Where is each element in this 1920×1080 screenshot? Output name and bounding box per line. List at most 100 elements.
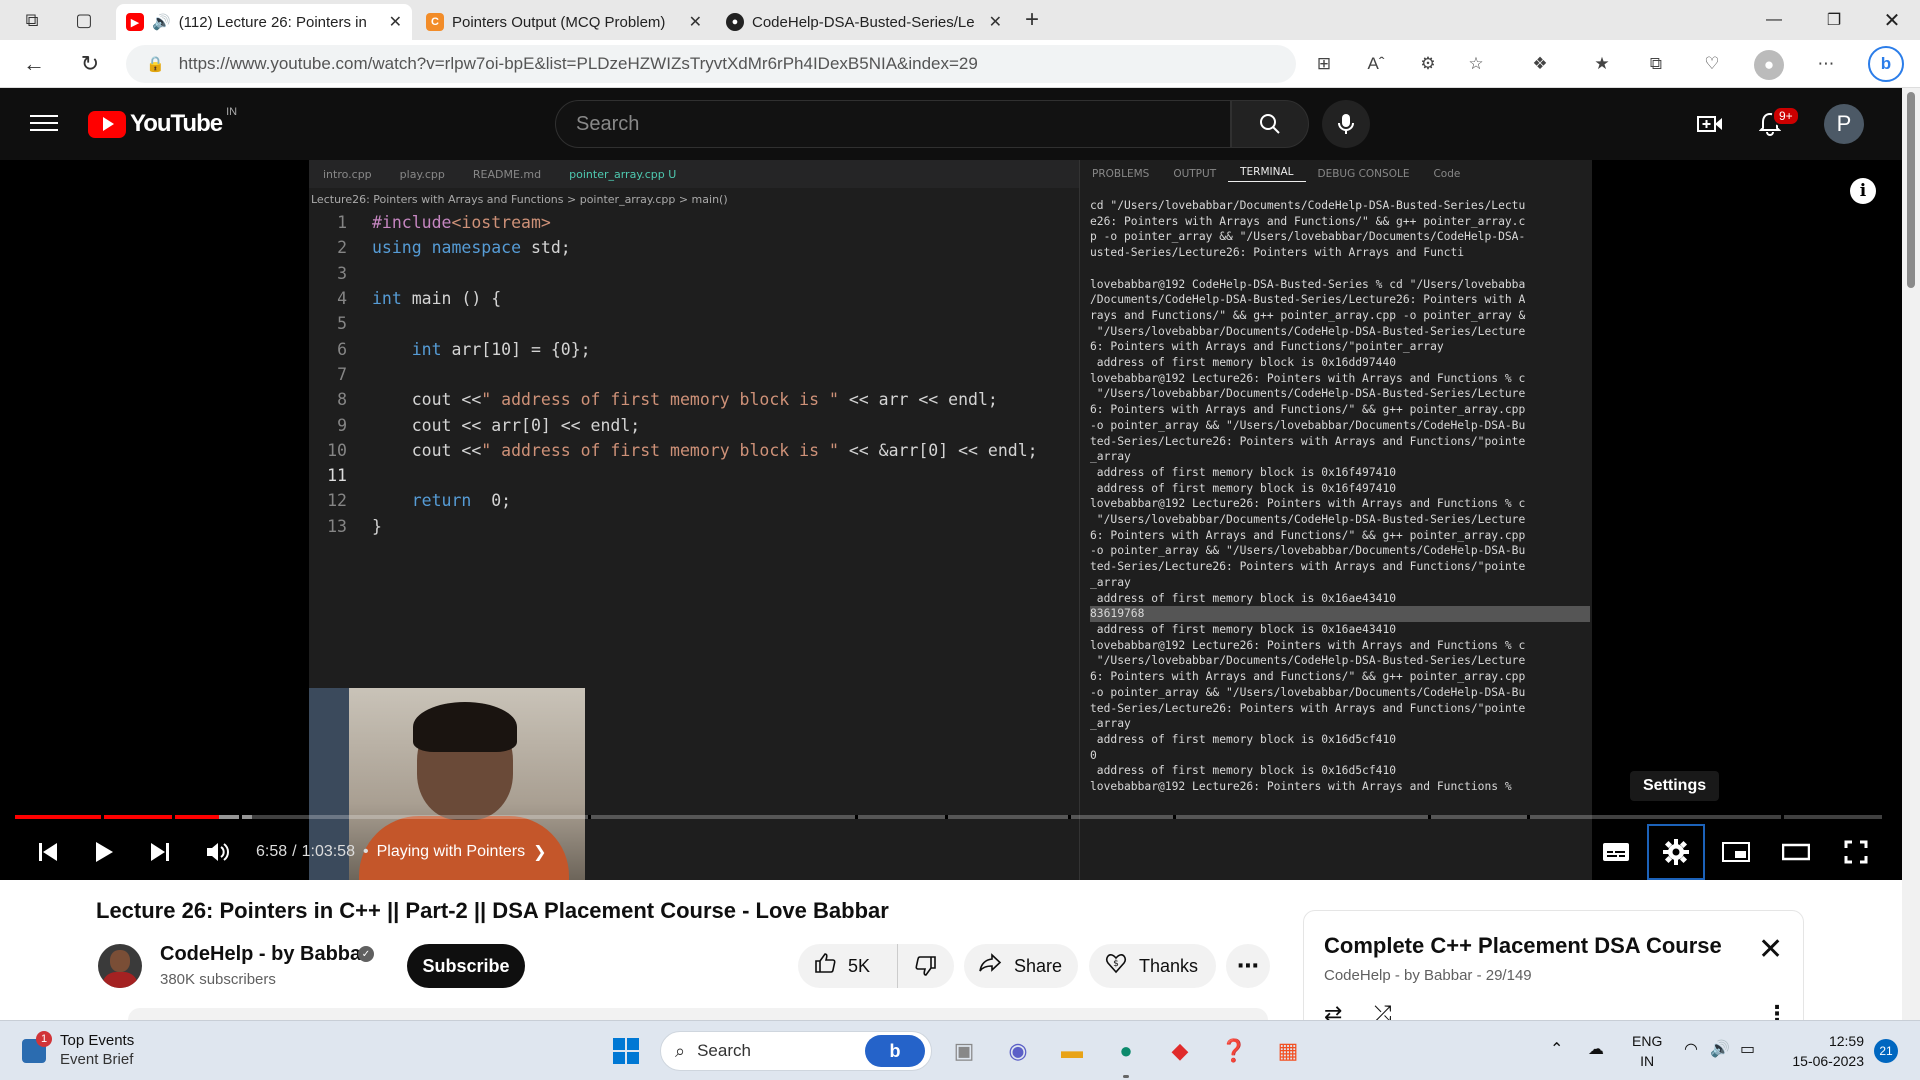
- info-icon[interactable]: i: [1850, 178, 1876, 204]
- collections-icon[interactable]: ⧉: [1642, 50, 1670, 78]
- theater-mode-button[interactable]: [1774, 830, 1818, 874]
- terminal-line: 6: Pointers with Arrays and Functions/" …: [1090, 528, 1526, 542]
- minimize-button[interactable]: —: [1746, 0, 1802, 40]
- settings-button[interactable]: [1654, 830, 1698, 874]
- read-aloud-icon[interactable]: Aˆ: [1362, 50, 1390, 78]
- start-button[interactable]: [608, 1033, 644, 1069]
- code-line: 7: [309, 362, 1079, 387]
- close-tab-icon[interactable]: ✕: [989, 12, 1002, 32]
- miniplayer-button[interactable]: [1714, 830, 1758, 874]
- tab-actions-icon[interactable]: ▢: [64, 0, 104, 40]
- gear-icon: [1663, 839, 1689, 865]
- tab-pointers-output[interactable]: C Pointers Output (MCQ Problem) ✕: [416, 4, 712, 40]
- close-tab-icon[interactable]: ✕: [689, 12, 702, 32]
- super-thanks-icon: $: [1105, 952, 1127, 980]
- chapter-marker: [1067, 815, 1071, 819]
- microsoft-store-icon[interactable]: ▦: [1270, 1033, 1306, 1069]
- cloud-icon[interactable]: ☁: [1588, 1039, 1604, 1059]
- play-button[interactable]: [82, 830, 126, 874]
- clock-time: 12:59: [1828, 1033, 1864, 1049]
- channel-avatar[interactable]: [98, 944, 142, 988]
- chevron-up-icon[interactable]: ⌃: [1550, 1039, 1563, 1059]
- video-player[interactable]: intro.cpp play.cpp README.md pointer_arr…: [0, 160, 1902, 880]
- favorite-star-icon[interactable]: ☆: [1462, 50, 1490, 78]
- search-button[interactable]: [1231, 100, 1309, 148]
- youtube-logo[interactable]: YouTube IN: [88, 106, 237, 138]
- next-button[interactable]: [138, 830, 182, 874]
- notification-center-count[interactable]: 21: [1874, 1039, 1898, 1063]
- taskbar-search-label: Search: [697, 1041, 751, 1060]
- playlist-title[interactable]: Complete C++ Placement DSA Course: [1324, 933, 1722, 959]
- address-input[interactable]: 🔒 https://www.youtube.com/watch?v=rlpw7o…: [126, 45, 1296, 83]
- file-manager-icon[interactable]: ▣: [946, 1033, 982, 1069]
- audio-playing-icon[interactable]: 🔊: [152, 13, 171, 31]
- line-number: 2: [337, 238, 347, 258]
- line-number: 5: [337, 314, 347, 334]
- play-icon: [96, 842, 113, 862]
- chevron-right-icon[interactable]: ❯: [533, 842, 546, 862]
- tab-youtube-lecture[interactable]: ▶ 🔊 (112) Lecture 26: Pointers in ✕: [116, 4, 412, 40]
- wifi-icon[interactable]: ◠: [1684, 1039, 1698, 1059]
- close-tab-icon[interactable]: ✕: [389, 12, 402, 32]
- line-number: 6: [337, 339, 347, 359]
- taskbar-search[interactable]: ⌕ Search b: [660, 1031, 932, 1071]
- app-diamond-icon[interactable]: ◆: [1162, 1033, 1198, 1069]
- code-line: 4 int main () {: [309, 286, 1079, 311]
- subtitles-button[interactable]: [1594, 830, 1638, 874]
- widgets-button[interactable]: 1 Top Events Event Brief: [22, 1031, 134, 1069]
- microphone-icon: [1338, 114, 1354, 134]
- chapter-title[interactable]: Playing with Pointers: [377, 843, 526, 861]
- voice-search-button[interactable]: [1322, 100, 1370, 148]
- code-line: 1 #include <iostream>: [309, 210, 1079, 235]
- like-button[interactable]: 5K: [798, 944, 898, 988]
- create-video-icon[interactable]: [1692, 106, 1728, 142]
- subscribe-button[interactable]: Subscribe: [407, 944, 525, 988]
- language-indicator[interactable]: ENG IN: [1632, 1031, 1662, 1071]
- volume-button[interactable]: [196, 830, 240, 874]
- app-available-icon[interactable]: ⊞: [1310, 50, 1338, 78]
- close-window-button[interactable]: ✕: [1864, 0, 1920, 40]
- channel-name[interactable]: CodeHelp - by Babbar: [160, 943, 369, 966]
- close-icon[interactable]: ✕: [1758, 935, 1783, 965]
- clock-date: 15-06-2023: [1792, 1053, 1864, 1069]
- scrollbar-thumb[interactable]: [1907, 92, 1915, 288]
- tab-github-repo[interactable]: ● CodeHelp-DSA-Busted-Series/Le ✕: [716, 4, 1012, 40]
- thanks-button[interactable]: $ Thanks: [1089, 944, 1216, 988]
- browser-essentials-icon[interactable]: ♡: [1698, 50, 1726, 78]
- terminal-line: "/Users/lovebabbar/Documents/CodeHelp-DS…: [1090, 324, 1526, 338]
- teams-chat-icon[interactable]: ◉: [1000, 1033, 1036, 1069]
- back-button[interactable]: ←: [12, 42, 56, 86]
- chapter-marker: [588, 815, 592, 819]
- tracking-prevention-icon[interactable]: ⚙: [1414, 50, 1442, 78]
- profile-icon[interactable]: ●: [1754, 50, 1784, 80]
- previous-button[interactable]: [26, 830, 70, 874]
- taskbar-clock[interactable]: 12:59 15-06-2023: [1780, 1031, 1864, 1071]
- dislike-button[interactable]: [898, 955, 954, 977]
- edge-browser-icon[interactable]: ●: [1108, 1033, 1144, 1069]
- lock-icon[interactable]: 🔒: [146, 55, 165, 73]
- fullscreen-button[interactable]: [1834, 830, 1878, 874]
- workspaces-icon[interactable]: ⧉: [12, 0, 52, 40]
- new-tab-button[interactable]: +: [1012, 0, 1052, 40]
- code-line: 13}: [309, 514, 1079, 539]
- bing-copilot-icon[interactable]: b: [1868, 46, 1904, 82]
- battery-icon[interactable]: ▭: [1740, 1039, 1755, 1059]
- terminal-tab: DEBUG CONSOLE: [1317, 168, 1410, 180]
- more-menu-icon[interactable]: ⋯: [1812, 50, 1840, 78]
- share-button[interactable]: Share: [964, 944, 1078, 988]
- account-avatar[interactable]: P: [1824, 104, 1864, 144]
- page-scrollbar[interactable]: [1902, 88, 1920, 1020]
- progress-bar[interactable]: [15, 815, 1882, 819]
- more-actions-button[interactable]: ⋯: [1226, 944, 1270, 988]
- refresh-button[interactable]: ↻: [68, 42, 112, 86]
- file-explorer-icon[interactable]: ▬: [1054, 1033, 1090, 1069]
- extensions-icon[interactable]: ❖: [1526, 50, 1554, 78]
- favorites-icon[interactable]: ★: [1588, 50, 1616, 78]
- menu-icon[interactable]: [30, 110, 58, 134]
- speaker-icon[interactable]: 🔊: [1710, 1039, 1730, 1059]
- search-input[interactable]: Search: [555, 100, 1231, 148]
- miniplayer-icon: [1722, 842, 1750, 862]
- app-help-icon[interactable]: ❓: [1216, 1033, 1252, 1069]
- restore-button[interactable]: ❐: [1806, 0, 1862, 40]
